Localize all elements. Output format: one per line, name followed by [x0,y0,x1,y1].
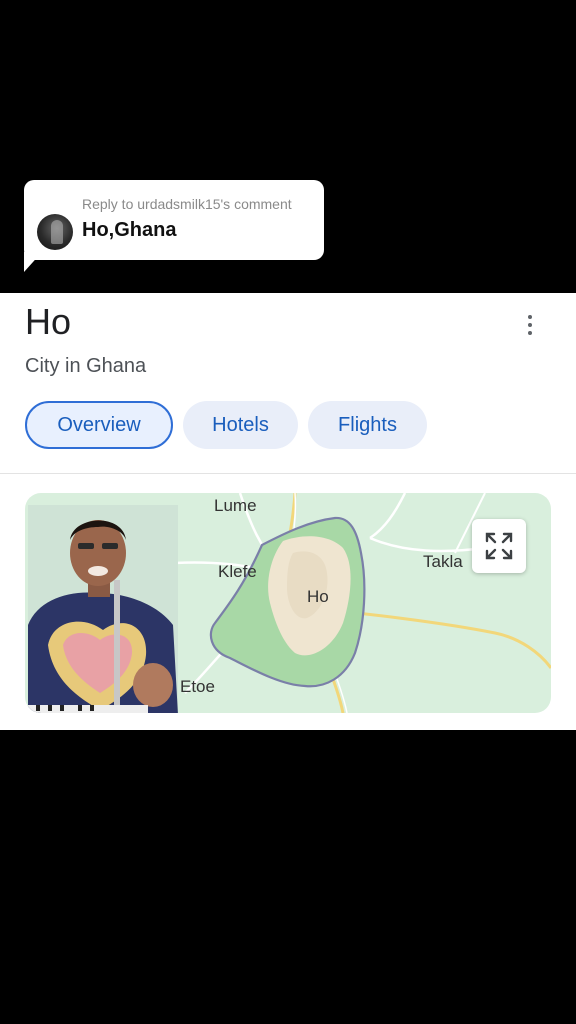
knowledge-panel: Ho City in Ghana Overview Hotels Flights… [0,293,576,730]
map[interactable]: Lume Klefe Ho Takla Etoe [25,493,551,713]
avatar [37,214,73,250]
reply-bubble-tail [24,252,42,272]
reply-bubble: Reply to urdadsmilk15's comment Ho,Ghana [24,180,324,260]
tab-hotels[interactable]: Hotels [183,401,298,449]
divider [0,473,576,474]
map-label-klefe: Klefe [218,562,257,581]
tab-flights[interactable]: Flights [308,401,427,449]
page-title: Ho [25,301,72,342]
fullscreen-icon[interactable] [472,519,526,573]
video-overlay [28,505,178,713]
reply-title: Reply to urdadsmilk15's comment [82,196,292,212]
reply-text: Ho,Ghana [82,219,177,241]
tab-overview[interactable]: Overview [25,401,173,449]
map-label-ho: Ho [307,587,329,606]
map-label-etoe: Etoe [180,677,215,696]
more-vert-icon[interactable] [518,313,542,337]
map-label-lume: Lume [214,496,257,515]
place-description: City in Ghana [25,355,147,377]
map-label-takla: Takla [423,552,463,571]
